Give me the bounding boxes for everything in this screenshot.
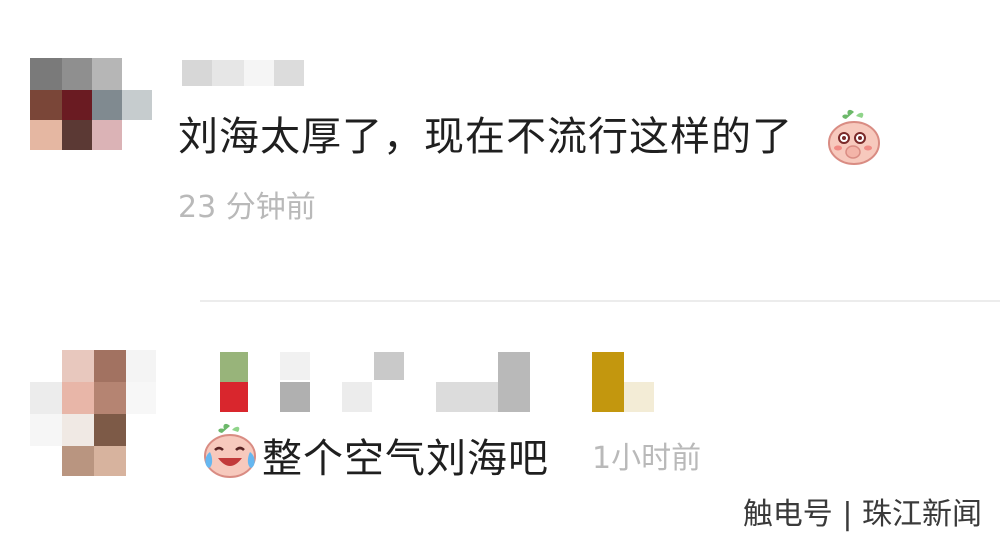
comment-text: 刘海太厚了，现在不流行这样的了 xyxy=(178,114,793,160)
username[interactable] xyxy=(218,350,658,414)
shy-peach-emoji-icon xyxy=(826,108,882,166)
laughing-crying-peach-emoji-icon xyxy=(200,422,258,480)
username[interactable] xyxy=(182,60,307,86)
watermark: 触电号 | 珠江新闻 xyxy=(742,497,982,532)
avatar[interactable] xyxy=(30,350,160,478)
comment-time: 23 分钟前 xyxy=(178,190,316,225)
comment-time: 1小时前 xyxy=(592,441,702,476)
comment-item-1: 刘海太厚了，现在不流行这样的了 23 分钟前 xyxy=(0,0,1000,300)
comment-text: 整个空气刘海吧 xyxy=(262,436,549,482)
avatar[interactable] xyxy=(30,58,155,153)
